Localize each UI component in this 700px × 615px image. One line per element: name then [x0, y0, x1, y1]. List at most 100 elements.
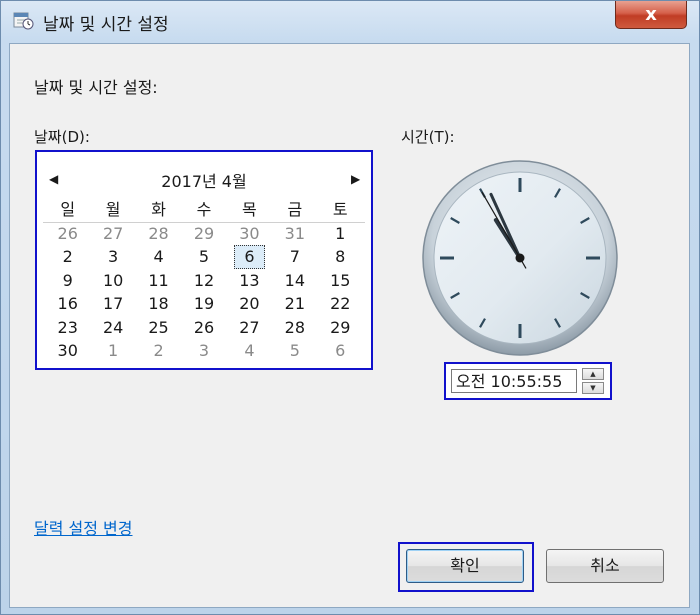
calendar-day-number: 2 — [153, 341, 164, 360]
calendar-day[interactable]: 5 — [272, 339, 317, 363]
calendar-day-number: 24 — [102, 317, 124, 337]
page-title: 날짜 및 시간 설정: — [34, 78, 158, 97]
calendar-clock-icon — [13, 12, 34, 30]
calendar-header: ◀ 2017년 4월 ▶ — [37, 168, 371, 192]
close-icon: x — [645, 4, 657, 25]
weekday-label: 목 — [242, 200, 257, 219]
calendar-day-number: 19 — [193, 294, 215, 313]
calendar-day[interactable]: 18 — [136, 292, 181, 316]
time-input[interactable]: 오전 10:55:55 — [451, 369, 577, 393]
calendar-day-number: 26 — [193, 317, 215, 337]
calendar-day[interactable]: 26 — [45, 222, 90, 246]
calendar-day[interactable]: 6 — [318, 339, 363, 363]
calendar-day[interactable]: 1 — [90, 339, 135, 363]
calendar-day-number: 11 — [148, 270, 169, 290]
calendar-day[interactable]: 30 — [227, 222, 272, 246]
calendar-day-number: 30 — [57, 341, 78, 360]
calendar-week-row: 26 27 28 29 30 31 1 — [45, 222, 363, 246]
calendar-day[interactable]: 27 — [90, 222, 135, 246]
cancel-button[interactable]: 취소 — [546, 549, 664, 583]
calendar-day-number: 6 — [244, 247, 255, 266]
calendar-day[interactable]: 29 — [181, 222, 226, 246]
calendar-day[interactable]: 4 — [227, 339, 272, 363]
calendar-day-number: 13 — [239, 270, 260, 290]
calendar-day-number: 31 — [284, 223, 306, 243]
calendar-day[interactable]: 2 — [45, 245, 90, 269]
calendar-day[interactable]: 28 — [136, 222, 181, 246]
calendar-day-number: 21 — [284, 294, 306, 313]
calendar-day[interactable]: 29 — [318, 316, 363, 340]
calendar-day[interactable]: 3 — [90, 245, 135, 269]
calendar-day[interactable]: 31 — [272, 222, 317, 246]
close-button[interactable]: x — [615, 1, 687, 29]
calendar-day-number: 2 — [62, 247, 73, 266]
calendar-day[interactable]: 19 — [181, 292, 226, 316]
calendar-day[interactable]: 16 — [45, 292, 90, 316]
calendar-day[interactable]: 20 — [227, 292, 272, 316]
calendar-day[interactable]: 5 — [181, 245, 226, 269]
calendar-day[interactable]: 17 — [90, 292, 135, 316]
time-label: 시간(T): — [401, 128, 455, 146]
calendar-day-number: 22 — [330, 294, 351, 313]
calendar-day[interactable]: 24 — [90, 316, 135, 340]
calendar-day[interactable]: 1 — [318, 222, 363, 246]
calendar-day[interactable]: 4 — [136, 245, 181, 269]
calendar-day[interactable]: 25 — [136, 316, 181, 340]
calendar-day[interactable]: 6 — [227, 245, 272, 269]
calendar-day-number: 12 — [193, 270, 215, 290]
calendar-day[interactable]: 15 — [318, 269, 363, 293]
calendar-week-row: 16 17 18 19 20 21 22 — [45, 292, 363, 316]
calendar-day-number: 26 — [57, 223, 78, 243]
time-picker: 오전 10:55:55 ▲ ▼ — [444, 362, 612, 400]
weekday-label: 수 — [196, 200, 212, 219]
calendar-weeks: 26 27 28 29 30 31 1 2 3 4 5 6 7 8 9 10 11 12 13 14 15 16 17 18 1… — [45, 222, 363, 363]
weekday-label: 토 — [332, 200, 348, 219]
calendar-day[interactable]: 3 — [181, 339, 226, 363]
calendar-day-number: 25 — [148, 317, 169, 337]
ok-button[interactable]: 확인 — [406, 549, 524, 583]
weekday-label: 금 — [287, 200, 303, 219]
calendar-day-number: 4 — [153, 247, 164, 266]
calendar-day[interactable]: 8 — [318, 245, 363, 269]
calendar-control[interactable]: ◀ 2017년 4월 ▶ 일 월 화 수 목 금 토 26 27 28 29 30 31 1… — [35, 150, 373, 370]
spin-down-button[interactable]: ▼ — [582, 382, 604, 394]
calendar-day[interactable]: 11 — [136, 269, 181, 293]
change-calendar-settings-link[interactable]: 달력 설정 변경 — [34, 515, 133, 539]
calendar-day[interactable]: 23 — [45, 316, 90, 340]
weekday-label: 월 — [105, 200, 121, 219]
calendar-day[interactable]: 12 — [181, 269, 226, 293]
calendar-day-number: 6 — [335, 341, 346, 360]
time-spinner[interactable]: ▲ ▼ — [582, 368, 604, 394]
calendar-day-number: 29 — [330, 317, 351, 337]
calendar-day[interactable]: 26 — [181, 316, 226, 340]
calendar-day[interactable]: 27 — [227, 316, 272, 340]
next-month-button[interactable]: ▶ — [351, 172, 360, 186]
calendar-day-number: 27 — [102, 223, 124, 243]
calendar-day-number: 10 — [102, 270, 124, 290]
clock-center — [515, 253, 525, 263]
calendar-day-number: 28 — [148, 223, 169, 243]
calendar-day-number: 16 — [57, 294, 78, 313]
calendar-day[interactable]: 13 — [227, 269, 272, 293]
calendar-day[interactable]: 2 — [136, 339, 181, 363]
calendar-week-row: 23 24 25 26 27 28 29 — [45, 316, 363, 340]
calendar-day[interactable]: 21 — [272, 292, 317, 316]
calendar-day-number: 23 — [57, 317, 78, 337]
calendar-day[interactable]: 14 — [272, 269, 317, 293]
calendar-day-number: 5 — [289, 341, 300, 360]
calendar-day[interactable]: 10 — [90, 269, 135, 293]
calendar-day-number: 18 — [148, 294, 169, 313]
calendar-day-number: 3 — [198, 341, 210, 360]
calendar-day-number: 1 — [108, 341, 119, 360]
calendar-day[interactable]: 7 — [272, 245, 317, 269]
weekday-row: 일 월 화 수 목 금 토 — [45, 198, 363, 222]
calendar-day[interactable]: 9 — [45, 269, 90, 293]
calendar-day[interactable]: 28 — [272, 316, 317, 340]
calendar-day-number: 9 — [62, 270, 73, 290]
calendar-day-number: 4 — [244, 341, 255, 360]
spin-up-button[interactable]: ▲ — [582, 368, 604, 380]
calendar-month-title[interactable]: 2017년 4월 — [37, 168, 371, 192]
calendar-day[interactable]: 30 — [45, 339, 90, 363]
calendar-day-number: 29 — [193, 223, 215, 243]
calendar-day[interactable]: 22 — [318, 292, 363, 316]
